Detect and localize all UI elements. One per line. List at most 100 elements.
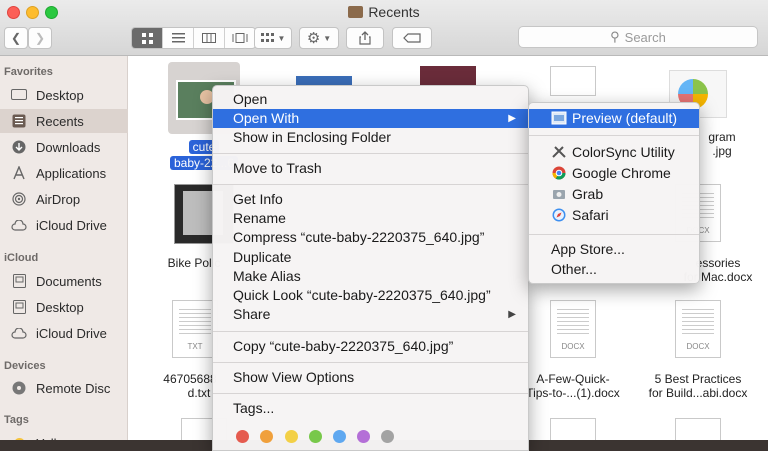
icon-view-button[interactable] bbox=[132, 28, 163, 48]
menu-item-label: Preview (default) bbox=[572, 110, 678, 126]
menu-item-make-alias[interactable]: Make Alias bbox=[213, 267, 528, 286]
sidebar-item-applications[interactable]: Applications bbox=[0, 161, 128, 185]
arrange-button[interactable]: ▼ bbox=[254, 27, 292, 49]
context-menu: Open Open With ▶ Show in Enclosing Folde… bbox=[212, 85, 529, 451]
submenu-item-grab[interactable]: Grab bbox=[529, 185, 699, 204]
menu-item-copy[interactable]: Copy “cute-baby-2220375_640.jpg” bbox=[213, 337, 528, 356]
menu-separator bbox=[213, 362, 528, 363]
menu-item-open-with[interactable]: Open With ▶ bbox=[213, 109, 528, 128]
back-button[interactable]: ❮ bbox=[4, 27, 28, 49]
safari-app-icon bbox=[552, 208, 566, 222]
toolbar: Recents ❮ ❯ ▼ ⚙ ▼ ⚲ Search bbox=[0, 0, 768, 56]
column-view-button[interactable] bbox=[194, 28, 225, 48]
chevron-down-icon: ▼ bbox=[277, 33, 286, 43]
columns-icon bbox=[202, 33, 216, 43]
menu-item-quick-look[interactable]: Quick Look “cute-baby-2220375_640.jpg” bbox=[213, 286, 528, 305]
submenu-item-colorsync[interactable]: ColorSync Utility bbox=[529, 143, 699, 162]
disc-icon bbox=[10, 381, 28, 395]
document-icon: DOCX bbox=[550, 300, 596, 358]
menu-item-get-info[interactable]: Get Info bbox=[213, 190, 528, 209]
submenu-arrow-icon: ▶ bbox=[508, 113, 516, 124]
sidebar-item-airdrop[interactable]: AirDrop bbox=[0, 187, 128, 211]
file-name-line: for Build...abi.docx bbox=[648, 386, 748, 400]
cloud-icon bbox=[10, 218, 28, 232]
menu-item-label: Open With bbox=[233, 110, 300, 126]
submenu-item-other[interactable]: Other... bbox=[529, 260, 699, 279]
gallery-icon bbox=[232, 33, 248, 43]
sidebar-item-label: Remote Disc bbox=[36, 380, 111, 396]
sidebar-item-label: Documents bbox=[36, 273, 102, 289]
tag-color-red-button[interactable] bbox=[236, 430, 249, 443]
file-item-portrait-thumb[interactable] bbox=[393, 66, 503, 86]
menu-item-tags[interactable]: Tags... bbox=[213, 399, 528, 418]
sidebar-item-label: Recents bbox=[36, 113, 84, 129]
tag-color-green-button[interactable] bbox=[309, 430, 322, 443]
sidebar-item-label: iCloud Drive bbox=[36, 217, 107, 233]
menu-item-show-in-enclosing-folder[interactable]: Show in Enclosing Folder bbox=[213, 128, 528, 147]
colorsync-app-icon bbox=[552, 146, 566, 158]
gear-icon: ⚙ bbox=[306, 30, 321, 47]
menu-item-label: ColorSync Utility bbox=[572, 144, 675, 160]
desktop-icon bbox=[10, 88, 28, 102]
sidebar-item-documents[interactable]: Documents bbox=[0, 269, 128, 293]
sidebar-item-icloud-drive[interactable]: iCloud Drive bbox=[0, 213, 128, 237]
sidebar-item-desktop[interactable]: Desktop bbox=[0, 83, 128, 107]
menu-item-move-to-trash[interactable]: Move to Trash bbox=[213, 159, 528, 178]
window-title: Recents bbox=[0, 4, 768, 20]
file-item-quick-tips[interactable]: DOCX A-Few-Quick- Tips-to-...(1).docx bbox=[518, 300, 628, 400]
menu-item-duplicate[interactable]: Duplicate bbox=[213, 248, 528, 267]
submenu-item-safari[interactable]: Safari bbox=[529, 206, 699, 225]
file-item-blank-doc[interactable] bbox=[518, 66, 628, 96]
cloud-icon bbox=[10, 326, 28, 340]
downloads-icon bbox=[10, 140, 28, 154]
applications-icon bbox=[10, 166, 28, 180]
search-icon: ⚲ bbox=[610, 29, 620, 44]
menu-item-compress[interactable]: Compress “cute-baby-2220375_640.jpg” bbox=[213, 228, 528, 247]
submenu-item-preview[interactable]: Preview (default) bbox=[529, 109, 699, 128]
tag-color-yellow-button[interactable] bbox=[285, 430, 298, 443]
share-button[interactable] bbox=[346, 27, 384, 49]
menu-separator bbox=[213, 153, 528, 154]
menu-item-rename[interactable]: Rename bbox=[213, 209, 528, 228]
gallery-view-button[interactable] bbox=[225, 28, 255, 48]
open-with-submenu: Preview (default) ColorSync Utility Goog… bbox=[528, 102, 700, 284]
search-placeholder: Search bbox=[624, 29, 666, 45]
file-name-line: 5 Best Practices bbox=[654, 372, 742, 386]
grid-icon bbox=[141, 32, 153, 44]
submenu-item-chrome[interactable]: Google Chrome bbox=[529, 164, 699, 183]
list-view-button[interactable] bbox=[163, 28, 194, 48]
menu-item-show-view-options[interactable]: Show View Options bbox=[213, 368, 528, 387]
document-icon bbox=[550, 66, 596, 96]
submenu-item-app-store[interactable]: App Store... bbox=[529, 240, 699, 259]
edit-tags-button[interactable] bbox=[392, 27, 432, 49]
tag-icon bbox=[403, 33, 421, 43]
sidebar-item-label: Downloads bbox=[36, 139, 101, 155]
sidebar-item-recents[interactable]: Recents bbox=[0, 109, 128, 133]
menu-item-label: Grab bbox=[572, 186, 604, 202]
menu-separator bbox=[529, 135, 699, 136]
document-icon: DOCX bbox=[675, 300, 721, 358]
tag-color-purple-button[interactable] bbox=[357, 430, 370, 443]
menu-separator bbox=[529, 234, 699, 235]
devices-header: Devices bbox=[4, 360, 46, 372]
folder-icon bbox=[348, 6, 364, 18]
action-button[interactable]: ⚙ ▼ bbox=[299, 27, 339, 49]
menu-item-share[interactable]: Share ▶ bbox=[213, 305, 528, 324]
file-item-best-practices[interactable]: DOCX 5 Best Practices for Build...abi.do… bbox=[643, 300, 753, 400]
tag-color-gray-button[interactable] bbox=[381, 430, 394, 443]
tags-header: Tags bbox=[4, 414, 29, 426]
sidebar-item-remote-disc[interactable]: Remote Disc bbox=[0, 376, 128, 400]
search-field[interactable]: ⚲ Search bbox=[518, 26, 758, 48]
chevron-right-icon: ❯ bbox=[34, 31, 46, 45]
sidebar-item-downloads[interactable]: Downloads bbox=[0, 135, 128, 159]
tag-color-orange-button[interactable] bbox=[260, 430, 273, 443]
preview-app-icon bbox=[551, 111, 567, 125]
menu-item-label: Safari bbox=[572, 207, 609, 223]
forward-button[interactable]: ❯ bbox=[28, 27, 52, 49]
sidebar-item-label: AirDrop bbox=[36, 191, 81, 207]
sidebar-item-icloud-desktop[interactable]: Desktop bbox=[0, 295, 128, 319]
tag-color-blue-button[interactable] bbox=[333, 430, 346, 443]
documents-icon bbox=[10, 274, 28, 288]
sidebar-item-icloud-drive-2[interactable]: iCloud Drive bbox=[0, 321, 128, 345]
menu-item-open[interactable]: Open bbox=[213, 90, 528, 109]
